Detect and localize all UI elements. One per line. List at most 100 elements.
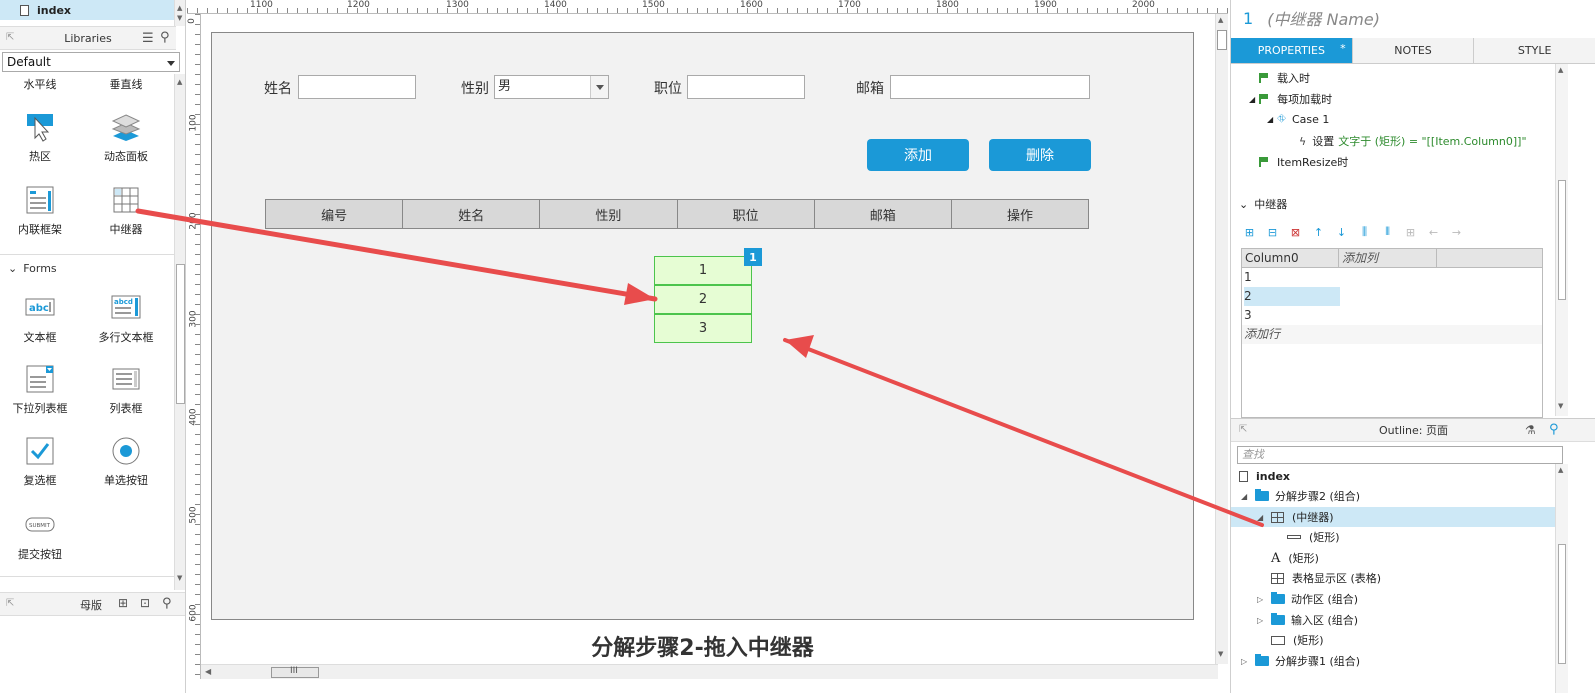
widget-name-bar[interactable]: 1 (中继器 Name) [1231, 0, 1595, 36]
libraries-scroll-thumb[interactable] [176, 264, 185, 404]
widget-droplist[interactable]: 下拉列表框 [0, 364, 80, 416]
outline-item-step1-group[interactable]: ▷ 分解步骤1 (组合) [1231, 651, 1571, 671]
expand-arrow-icon[interactable]: ◢ [1257, 513, 1267, 522]
grid-column-header[interactable]: Column0 [1242, 249, 1339, 267]
tab-style[interactable]: STYLE [1474, 38, 1595, 63]
insert-column-right-icon[interactable]: ⫴ [1379, 224, 1396, 241]
pages-scrollbar[interactable]: ▲ ▼ [174, 0, 185, 26]
scroll-up-icon[interactable]: ▲ [1218, 16, 1223, 24]
repeater-section-header[interactable]: ⌄ 中继器 [1239, 196, 1287, 212]
name-input[interactable] [298, 75, 416, 99]
outline-item-action-group[interactable]: ▷ 动作区 (组合) [1231, 589, 1571, 609]
outline-scroll-thumb[interactable] [1558, 544, 1566, 664]
scroll-up-icon[interactable]: ▲ [1558, 466, 1563, 474]
widget-horizontal-line[interactable]: 水平线 [0, 76, 80, 92]
library-select[interactable]: Default [2, 52, 180, 72]
outline-item-table[interactable]: 表格显示区 (表格) [1231, 568, 1571, 588]
scroll-up-icon[interactable]: ▲ [177, 4, 182, 12]
outline-item-index[interactable]: index [1231, 466, 1571, 486]
outline-item-step2-group[interactable]: ◢ 分解步骤2 (组合) [1231, 486, 1571, 506]
widget-submit-button[interactable]: SUBMIT 提交按钮 [0, 510, 80, 562]
page-item-index[interactable]: index [0, 0, 176, 20]
add-row-cell[interactable]: 添加行 [1242, 325, 1542, 344]
grid-cell[interactable]: 3 [1244, 306, 1340, 325]
event-item-resize[interactable]: ItemResize时 [1259, 154, 1348, 170]
menu-icon[interactable]: ☰ [142, 31, 154, 46]
repeater-dataset-grid[interactable]: Column0 添加列 1 2 3 添加行 [1241, 248, 1543, 418]
horizontal-scroll-thumb[interactable]: III [271, 666, 319, 678]
case-1[interactable]: ◢ ⛗ Case 1 [1267, 112, 1329, 126]
grid-cell[interactable]: 1 [1244, 268, 1340, 287]
expand-arrow-icon[interactable]: ▷ [1257, 616, 1267, 625]
widget-repeater[interactable]: 中继器 [86, 185, 166, 237]
widget-radio-button[interactable]: 单选按钮 [86, 436, 166, 488]
expand-arrow-icon[interactable]: ▷ [1257, 595, 1267, 604]
scroll-down-icon[interactable]: ▼ [177, 574, 182, 582]
expand-arrow-icon[interactable]: ◢ [1241, 492, 1251, 501]
add-folder-icon[interactable]: ⊡ [140, 596, 150, 610]
repeater-item[interactable]: 2 [654, 285, 752, 314]
delete-button[interactable]: 删除 [989, 139, 1091, 171]
move-up-icon[interactable]: ↑ [1310, 224, 1327, 241]
canvas-horizontal-scrollbar[interactable]: ◀ III [201, 664, 1218, 679]
widget-list-box[interactable]: 列表框 [86, 364, 166, 416]
action-set-text[interactable]: ϟ 设置 文字于 (矩形) = "[[Item.Column0]]" [1299, 133, 1527, 149]
insert-row-icon[interactable]: ⊞ [1241, 224, 1258, 241]
event-on-item-load[interactable]: ◢ 每项加载时 [1249, 91, 1332, 107]
widget-checkbox[interactable]: 复选框 [0, 436, 80, 488]
forms-header[interactable]: ⌄ Forms [0, 262, 170, 276]
tab-notes[interactable]: NOTES [1352, 38, 1475, 63]
search-icon[interactable]: ⚲ [162, 596, 172, 611]
repeater-item[interactable]: 3 [654, 314, 752, 343]
filter-icon[interactable]: ⚗ [1525, 423, 1536, 437]
artboard[interactable]: 姓名 性别 男 职位 邮箱 添加 删除 编号 姓名 性别 职位 邮箱 操作 1 … [211, 32, 1194, 620]
outline-item-repeater[interactable]: ◢ (中继器) [1231, 507, 1555, 527]
move-down-icon[interactable]: ↓ [1333, 224, 1350, 241]
expand-arrow-icon[interactable]: ◢ [1249, 95, 1255, 104]
widget-hotspot[interactable]: 热区 [0, 112, 80, 164]
add-column-cell[interactable]: 添加列 [1339, 249, 1437, 267]
insert-column-icon[interactable]: ⫼ [1356, 224, 1373, 241]
collapse-pane-icon[interactable]: ⇱ [6, 598, 14, 609]
grid-row[interactable]: 1 [1242, 268, 1542, 287]
outline-search-input[interactable]: 查找 [1237, 446, 1563, 464]
widget-name-field[interactable]: (中继器 Name) [1267, 6, 1380, 30]
event-on-load[interactable]: 载入时 [1259, 70, 1310, 86]
search-icon[interactable]: ⚲ [160, 30, 170, 45]
insert-row-below-icon[interactable]: ⊟ [1264, 224, 1281, 241]
outline-item-rectangle[interactable]: (矩形) [1231, 527, 1571, 547]
grid-row[interactable]: 2 [1242, 287, 1542, 306]
scroll-up-icon[interactable]: ▲ [1558, 66, 1563, 74]
search-icon[interactable]: ⚲ [1549, 422, 1559, 437]
scroll-down-icon[interactable]: ▼ [177, 14, 182, 22]
widget-text-field[interactable]: abc 文本框 [0, 293, 80, 345]
design-canvas[interactable]: 1100 1200 1300 1400 1500 1600 1700 1800 … [187, 0, 1228, 693]
collapse-pane-icon[interactable]: ⇱ [6, 32, 14, 43]
scroll-left-icon[interactable]: ◀ [205, 667, 211, 676]
position-input[interactable] [687, 75, 805, 99]
grid-row[interactable]: 3 [1242, 306, 1542, 325]
gender-select[interactable]: 男 [494, 75, 609, 99]
properties-scroll-thumb[interactable] [1558, 180, 1566, 300]
grid-cell[interactable]: 2 [1244, 287, 1340, 306]
outline-item-input-group[interactable]: ▷ 输入区 (组合) [1231, 610, 1571, 630]
scroll-up-icon[interactable]: ▲ [177, 78, 182, 86]
add-button[interactable]: 添加 [867, 139, 969, 171]
outline-item-text-rectangle[interactable]: A (矩形) [1231, 548, 1571, 568]
widget-text-area[interactable]: abcd 多行文本框 [86, 293, 166, 345]
vertical-scroll-thumb[interactable] [1217, 30, 1227, 50]
libraries-scrollbar[interactable]: ▲ ▼ [174, 74, 185, 590]
email-input[interactable] [890, 75, 1090, 99]
canvas-vertical-scrollbar[interactable]: ▲ ▼ [1215, 14, 1228, 664]
properties-scrollbar[interactable]: ▲ ▼ [1555, 64, 1568, 416]
scroll-down-icon[interactable]: ▼ [1218, 650, 1223, 658]
expand-arrow-icon[interactable]: ▷ [1241, 657, 1251, 666]
outline-item-background-rectangle[interactable]: (矩形) [1231, 630, 1571, 650]
expand-arrow-icon[interactable]: ◢ [1267, 115, 1273, 124]
outline-scrollbar[interactable]: ▲ [1555, 464, 1568, 693]
collapse-pane-icon[interactable]: ⇱ [1239, 424, 1247, 435]
delete-row-icon[interactable]: ⊠ [1287, 224, 1304, 241]
tab-properties[interactable]: PROPERTIES * [1231, 38, 1353, 63]
add-master-icon[interactable]: ⊞ [118, 596, 128, 610]
repeater-item[interactable]: 1 [654, 256, 752, 285]
